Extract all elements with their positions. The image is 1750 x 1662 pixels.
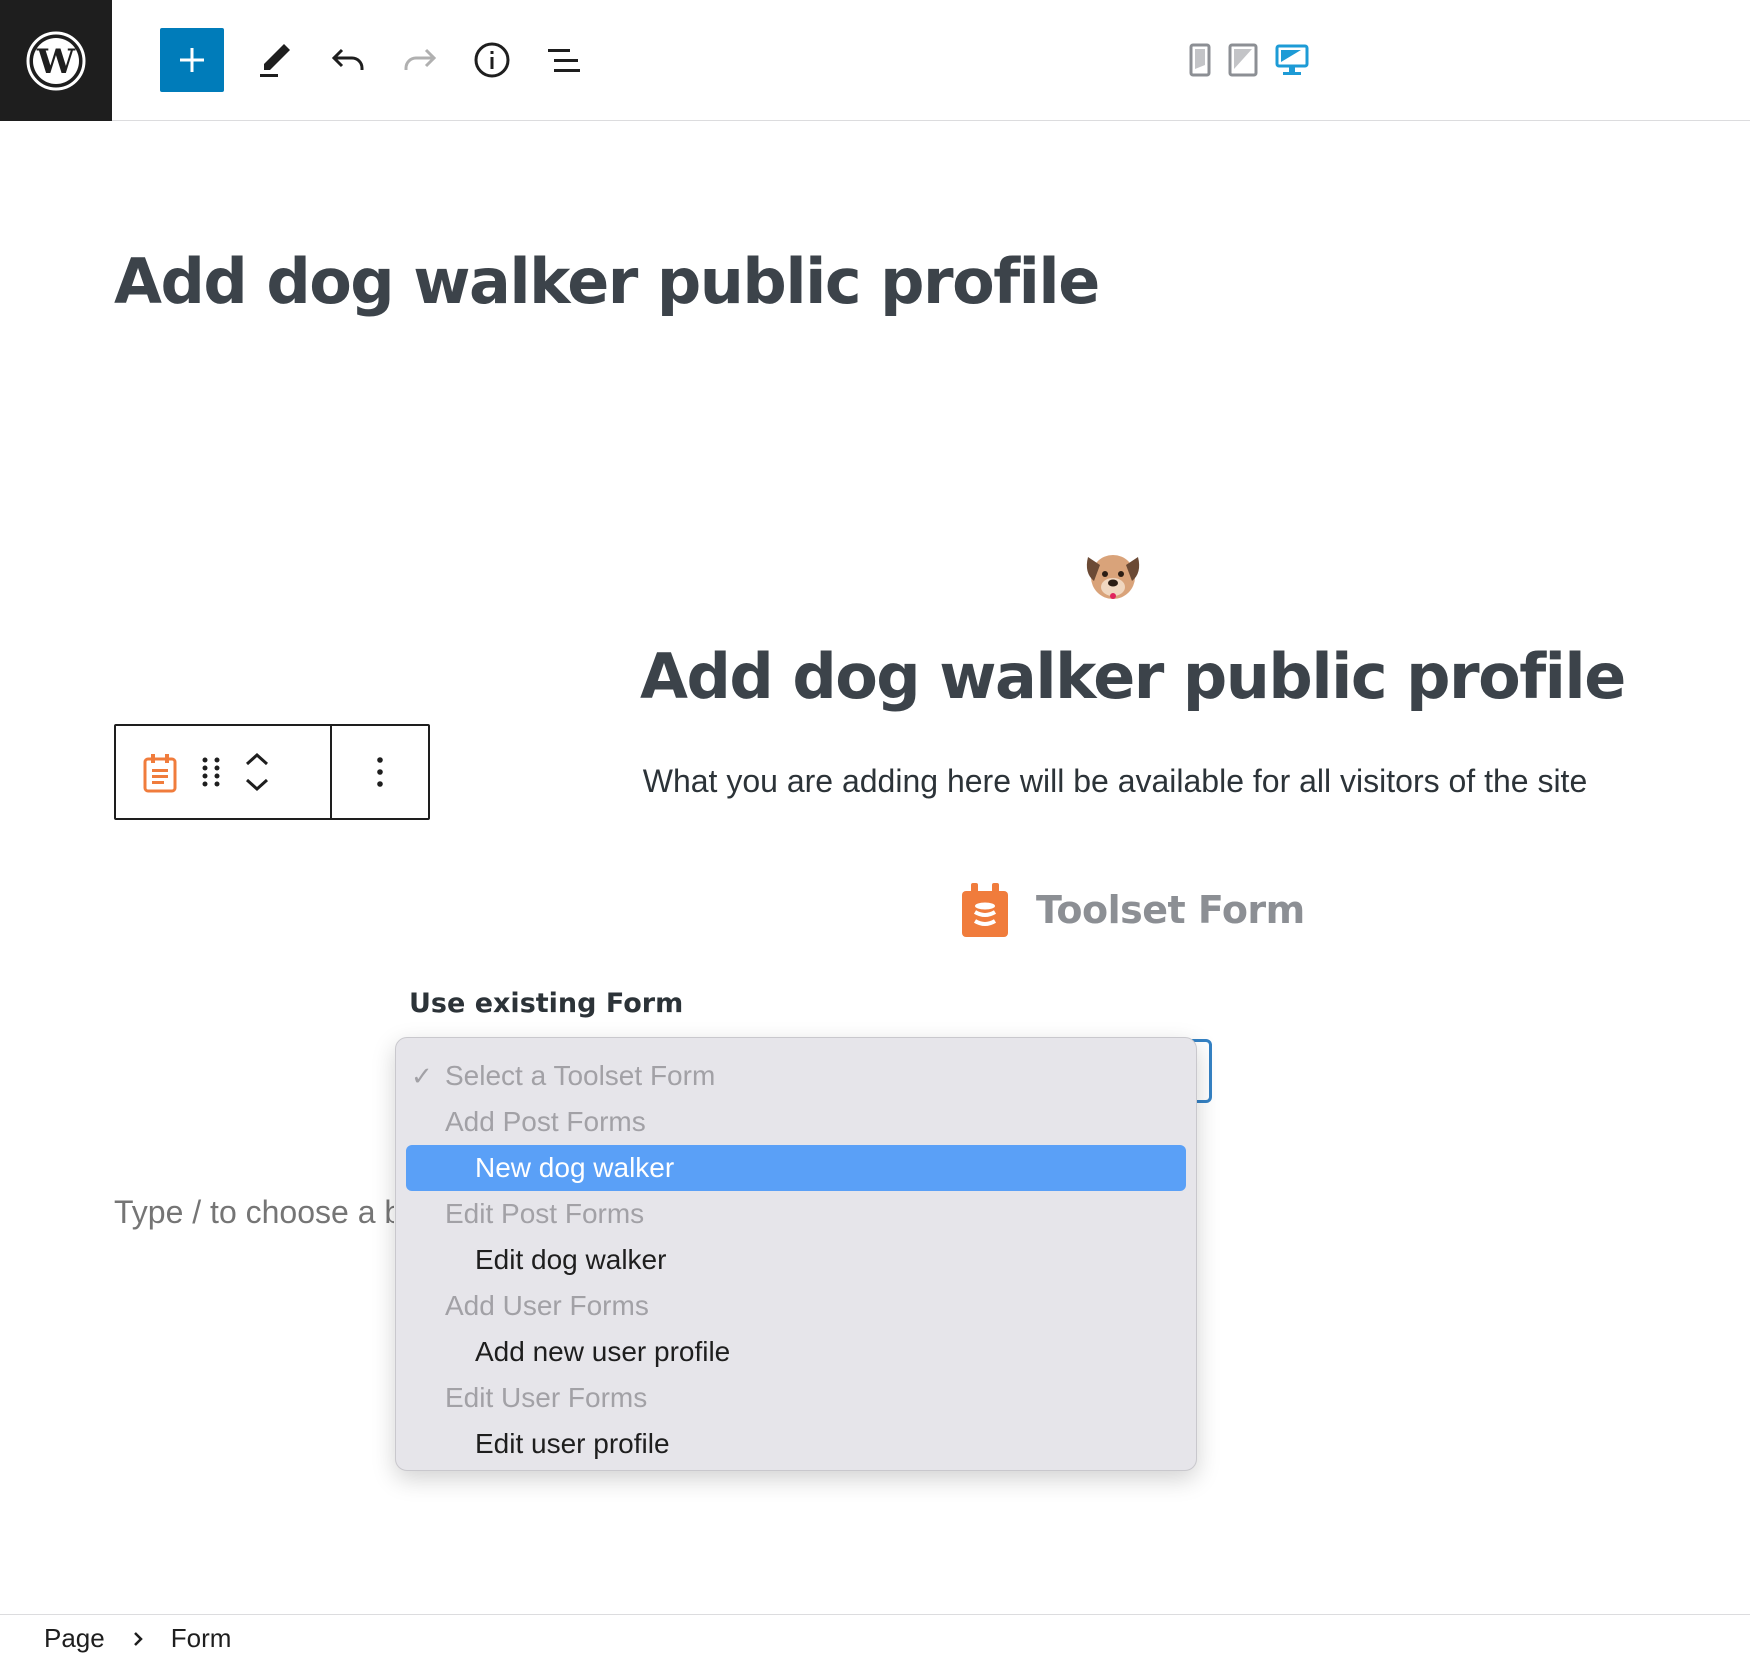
info-icon — [474, 42, 510, 78]
toolset-form-title: Toolset Form — [1036, 888, 1305, 932]
block-options-button[interactable] — [332, 726, 428, 818]
dropdown-group-edit-user-forms: Edit User Forms — [445, 1382, 648, 1413]
block-mover — [244, 751, 270, 793]
preview-tablet-button[interactable] — [1226, 42, 1260, 78]
add-block-button[interactable] — [160, 28, 224, 92]
dog-face-icon — [1086, 555, 1140, 599]
checkmark-icon: ✓ — [411, 1061, 433, 1091]
dropdown-group-add-user-forms: Add User Forms — [445, 1290, 649, 1321]
use-existing-form-label: Use existing Form — [409, 988, 684, 1019]
form-subheading: What you are adding here will be availab… — [642, 763, 1588, 799]
dropdown-option-edit-dog-walker[interactable]: Edit dog walker — [396, 1237, 1196, 1283]
breadcrumb-item-form[interactable]: Form — [171, 1623, 232, 1654]
plus-icon — [180, 48, 204, 72]
list-view-button[interactable] — [532, 28, 596, 92]
wordpress-logo-button[interactable]: W — [0, 0, 112, 121]
redo-icon — [404, 48, 437, 70]
block-toolbar-main-group — [116, 726, 332, 818]
dropdown-group-add-post-forms: Add Post Forms — [445, 1106, 646, 1137]
drag-handle-icon — [202, 757, 220, 787]
more-vertical-icon — [377, 757, 383, 787]
editor-top-toolbar: W — [0, 0, 1750, 121]
preview-desktop-button[interactable] — [1275, 42, 1309, 78]
undo-button[interactable] — [316, 28, 380, 92]
drag-handle-button[interactable] — [200, 756, 222, 788]
dropdown-option-add-new-user-profile[interactable]: Add new user profile — [396, 1329, 1196, 1375]
toolset-form-icon — [962, 883, 1008, 937]
chevron-up-icon[interactable] — [244, 751, 270, 767]
block-appender-placeholder[interactable]: Type / to choose a b — [114, 1194, 394, 1231]
dropdown-option-new-dog-walker[interactable]: New dog walker — [406, 1145, 1186, 1191]
block-type-button[interactable] — [142, 751, 178, 793]
pencil-icon — [260, 44, 290, 77]
redo-button[interactable] — [388, 28, 452, 92]
form-heading: Add dog walker public profile — [640, 640, 1626, 713]
desktop-device-icon — [1275, 44, 1309, 75]
mobile-device-icon — [1189, 43, 1211, 77]
post-title[interactable]: Add dog walker public profile — [114, 245, 1100, 318]
toolset-form-brand: Toolset Form — [960, 880, 1305, 940]
list-view-icon — [548, 49, 580, 72]
chevron-right-icon — [131, 1630, 145, 1648]
undo-icon — [331, 48, 364, 70]
form-select-dropdown: ✓ Select a Toolset Form Add Post Forms N… — [395, 1037, 1197, 1471]
block-toolbar — [114, 724, 430, 820]
dropdown-group-edit-post-forms: Edit Post Forms — [445, 1198, 645, 1229]
preview-mobile-button[interactable] — [1183, 42, 1217, 78]
dropdown-option-placeholder[interactable]: ✓ Select a Toolset Form — [396, 1053, 1196, 1099]
block-breadcrumb: Page Form — [0, 1614, 1750, 1662]
wordpress-logo-icon: W — [26, 31, 86, 90]
dropdown-option-label: Select a Toolset Form — [445, 1060, 716, 1091]
toolset-form-icon — [143, 754, 177, 793]
tablet-device-icon — [1228, 43, 1258, 77]
breadcrumb-item-page[interactable]: Page — [44, 1623, 105, 1654]
tools-button[interactable] — [244, 28, 308, 92]
details-button[interactable] — [460, 28, 524, 92]
dropdown-option-edit-user-profile[interactable]: Edit user profile — [396, 1421, 1196, 1467]
chevron-down-icon[interactable] — [244, 777, 270, 793]
svg-text:W: W — [36, 42, 76, 82]
